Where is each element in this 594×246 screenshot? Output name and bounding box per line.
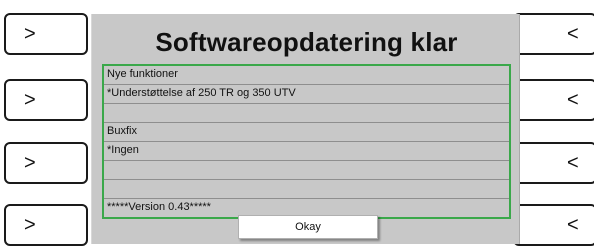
release-notes-row — [104, 161, 509, 180]
chevron-left-icon: < — [567, 152, 579, 174]
right-nav-button-1[interactable]: < — [513, 13, 594, 55]
chevron-right-icon: > — [24, 152, 36, 174]
left-nav-button-3[interactable]: > — [4, 142, 88, 184]
update-dialog: Softwareopdatering klar Nye funktioner *… — [91, 14, 520, 244]
right-nav-button-2[interactable]: < — [513, 79, 594, 121]
left-nav-button-1[interactable]: > — [4, 13, 88, 55]
chevron-left-icon: < — [567, 23, 579, 45]
release-notes-row: *Understøttelse af 250 TR og 350 UTV — [104, 85, 509, 104]
chevron-left-icon: < — [567, 89, 579, 111]
okay-button[interactable]: Okay — [238, 215, 378, 239]
chevron-right-icon: > — [24, 23, 36, 45]
right-nav-button-3[interactable]: < — [513, 142, 594, 184]
release-notes-row — [104, 104, 509, 123]
chevron-right-icon: > — [24, 214, 36, 236]
chevron-right-icon: > — [24, 89, 36, 111]
release-notes-list: Nye funktioner *Understøttelse af 250 TR… — [102, 64, 511, 219]
release-notes-row — [104, 180, 509, 199]
release-notes-row: Buxfix — [104, 123, 509, 142]
release-notes-row: *Ingen — [104, 142, 509, 161]
chevron-left-icon: < — [567, 214, 579, 236]
release-notes-row: Nye funktioner — [104, 66, 509, 85]
dialog-title: Softwareopdatering klar — [155, 27, 458, 57]
left-nav-button-2[interactable]: > — [4, 79, 88, 121]
left-nav-button-4[interactable]: > — [4, 204, 88, 246]
right-nav-button-4[interactable]: < — [513, 204, 594, 246]
